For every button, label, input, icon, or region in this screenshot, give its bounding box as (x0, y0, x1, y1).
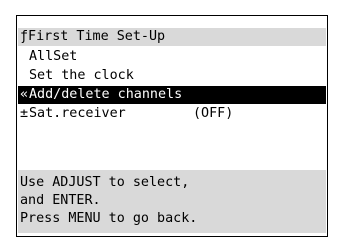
menu-item-label: Sat.receiver (29, 106, 126, 121)
menu-item-sat-receiver[interactable]: ± Sat.receiver (OFF) (18, 105, 326, 123)
help-line: and ENTER. (20, 193, 101, 208)
menu-item-set-the-clock[interactable]: Set the clock (18, 67, 326, 85)
menu-title-bar: ƒFirst Time Set-Up (18, 28, 326, 46)
menu-item-label: Add/delete channels (29, 87, 183, 102)
setup-menu-window: ƒFirst Time Set-Up AllSet Set the clock … (16, 15, 328, 237)
help-panel: Use ADJUST to select, and ENTER. Press M… (18, 170, 326, 233)
menu-item-label: AllSet (29, 49, 78, 64)
help-line: Use ADJUST to select, (20, 175, 190, 190)
sat-receiver-status: (OFF) (193, 106, 234, 121)
menu-item-add-delete-channels[interactable]: « Add/delete channels (18, 86, 326, 104)
menu-item-allset[interactable]: AllSet (18, 48, 326, 66)
help-line: Press MENU to go back. (20, 211, 198, 226)
menu-title: ƒFirst Time Set-Up (20, 29, 166, 44)
menu-item-label: Set the clock (29, 68, 134, 83)
